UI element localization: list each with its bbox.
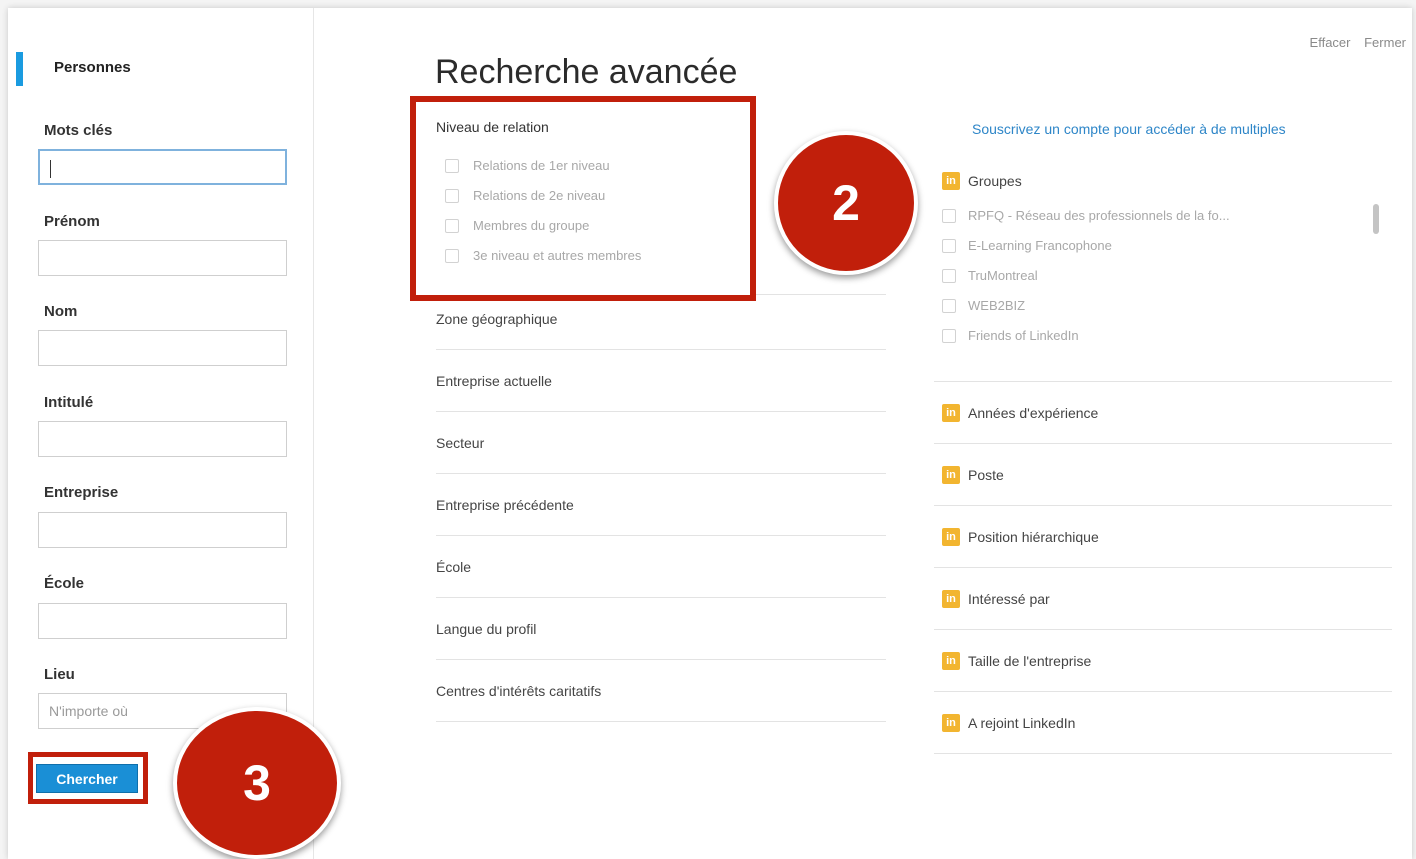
relation-level-highlight (410, 96, 756, 301)
group-item[interactable]: WEB2BIZ (942, 298, 1025, 313)
facet-label: Années d'expérience (968, 404, 1099, 421)
keywords-input[interactable] (38, 149, 287, 185)
groups-list[interactable]: RPFQ - Réseau des professionnels de la f… (934, 200, 1374, 372)
facet-label: Intéressé par (968, 590, 1050, 607)
last-name-label: Nom (44, 303, 78, 320)
company-input[interactable] (38, 512, 287, 548)
clear-link[interactable]: Effacer (1310, 35, 1351, 50)
linkedin-premium-icon: in (942, 589, 960, 608)
linkedin-premium-icon: in (942, 172, 960, 190)
facet-profile-language[interactable]: Langue du profil (436, 598, 886, 660)
job-title-label: Intitulé (44, 394, 94, 411)
checkbox[interactable] (942, 298, 956, 313)
search-button[interactable]: Chercher (36, 764, 138, 793)
last-name-input[interactable] (38, 330, 287, 366)
facet-geography[interactable]: Zone géographique (436, 288, 886, 350)
facet-nonprofit-interests[interactable]: Centres d'intérêts caritatifs (436, 660, 886, 722)
page-title: Recherche avancée (435, 53, 738, 91)
facet-function[interactable]: in Poste (934, 444, 1392, 506)
facet-seniority[interactable]: in Position hiérarchique (934, 506, 1392, 568)
facet-company-size[interactable]: in Taille de l'entreprise (934, 630, 1392, 692)
facet-label: Poste (968, 466, 1004, 483)
location-label: Lieu (44, 666, 75, 683)
step-2-callout: 2 (774, 131, 918, 275)
linkedin-premium-icon: in (942, 713, 960, 732)
job-title-input[interactable] (38, 421, 287, 457)
facet-past-company[interactable]: Entreprise précédente (436, 474, 886, 536)
keywords-label: Mots clés (44, 122, 113, 139)
facet-school[interactable]: École (436, 536, 886, 598)
school-label: École (44, 575, 85, 592)
facet-joined-linkedin[interactable]: in A rejoint LinkedIn (934, 692, 1392, 754)
facet-industry[interactable]: Secteur (436, 412, 886, 474)
linkedin-premium-icon: in (942, 465, 960, 484)
upgrade-link[interactable]: Souscrivez un compte pour accéder à de m… (972, 120, 1332, 139)
group-item[interactable]: E-Learning Francophone (942, 238, 1112, 253)
text-caret (50, 160, 51, 178)
active-tab-indicator (16, 52, 23, 86)
group-label: WEB2BIZ (968, 298, 1026, 313)
group-item[interactable]: RPFQ - Réseau des professionnels de la f… (942, 208, 1230, 223)
facet-years-experience[interactable]: in Années d'expérience (934, 382, 1392, 444)
header-links: Effacer Fermer (1300, 35, 1406, 50)
facet-label: Taille de l'entreprise (968, 652, 1092, 669)
linkedin-premium-icon: in (942, 651, 960, 670)
group-item[interactable]: Friends of LinkedIn (942, 328, 1079, 343)
facet-current-company[interactable]: Entreprise actuelle (436, 350, 886, 412)
group-label: TruMontreal (968, 268, 1038, 283)
groups-scrollbar[interactable] (1373, 204, 1379, 234)
close-link[interactable]: Fermer (1364, 35, 1406, 50)
linkedin-premium-icon: in (942, 403, 960, 422)
groups-label: Groupes (968, 173, 1022, 189)
group-label: Friends of LinkedIn (968, 328, 1079, 343)
school-input[interactable] (38, 603, 287, 639)
facet-label: Position hiérarchique (968, 528, 1099, 545)
facet-label: A rejoint LinkedIn (968, 714, 1076, 731)
company-label: Entreprise (44, 484, 119, 501)
tab-people[interactable]: Personnes (54, 59, 131, 76)
first-name-input[interactable] (38, 240, 287, 276)
facet-groups[interactable]: in Groupes (942, 172, 1022, 190)
checkbox[interactable] (942, 328, 956, 343)
facet-interested-in[interactable]: in Intéressé par (934, 568, 1392, 630)
checkbox[interactable] (942, 208, 956, 223)
linkedin-premium-icon: in (942, 527, 960, 546)
group-label: E-Learning Francophone (968, 238, 1112, 253)
step-3-callout: 3 (173, 707, 341, 859)
group-item[interactable]: TruMontreal (942, 268, 1038, 283)
checkbox[interactable] (942, 268, 956, 283)
group-label: RPFQ - Réseau des professionnels de la f… (968, 208, 1230, 223)
checkbox[interactable] (942, 238, 956, 253)
first-name-label: Prénom (44, 213, 100, 230)
